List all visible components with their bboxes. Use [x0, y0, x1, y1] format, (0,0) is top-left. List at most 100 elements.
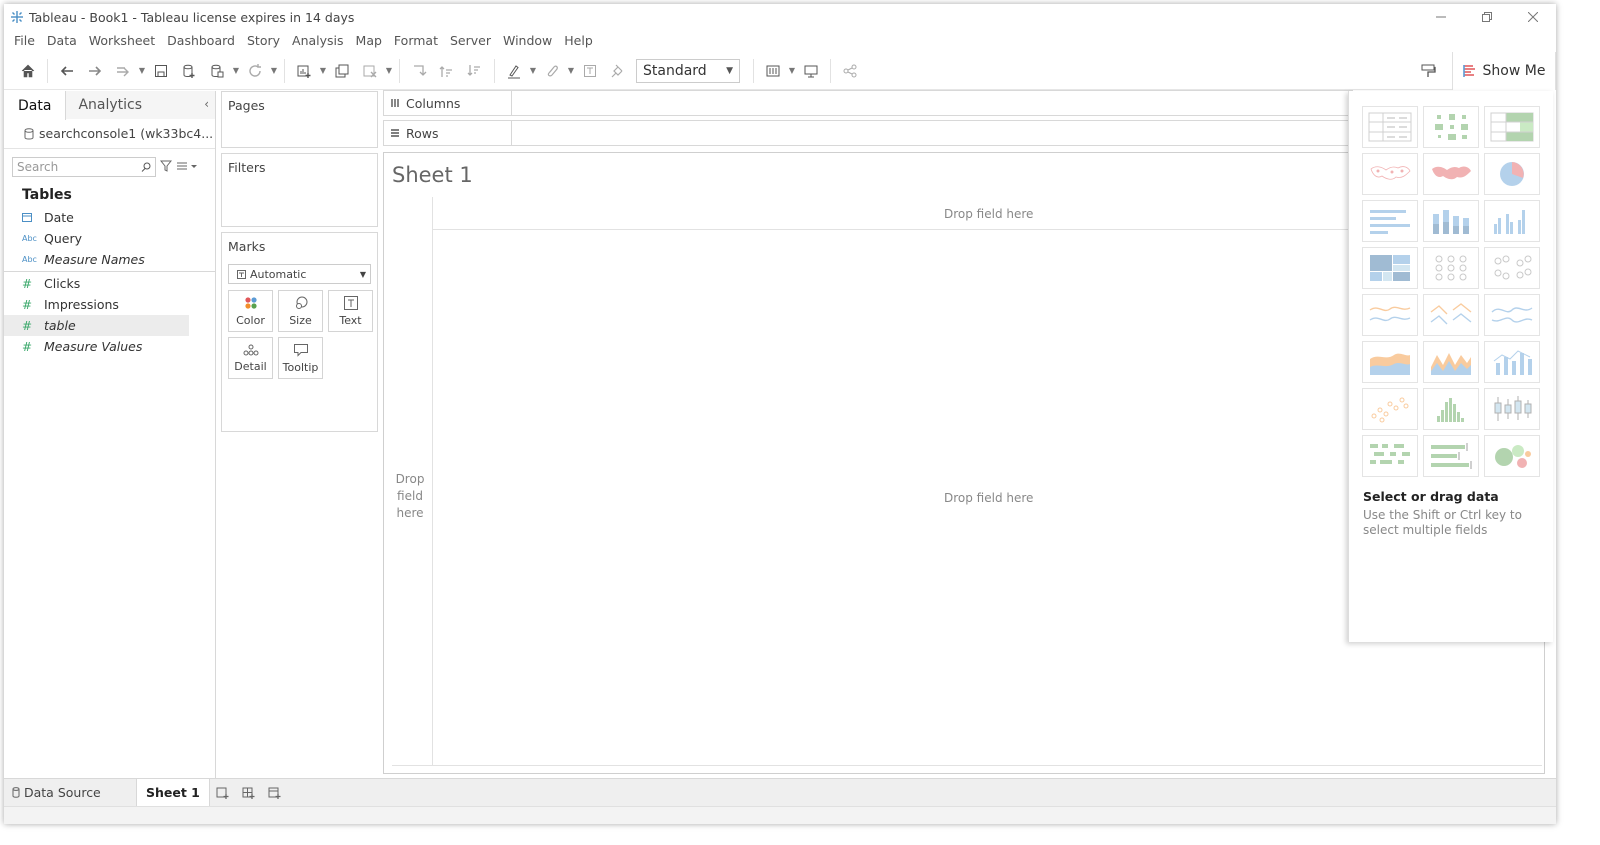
packed-bubbles-chart[interactable]	[1484, 435, 1540, 477]
sort-descending-button[interactable]	[461, 57, 489, 85]
heat-map-chart[interactable]	[1423, 106, 1479, 148]
columns-drop-zone[interactable]: Drop field here	[944, 207, 1033, 221]
tab-sheet-1[interactable]: Sheet 1	[136, 778, 210, 807]
tab-data-source[interactable]: Data Source	[4, 779, 136, 807]
clear-sheet-dropdown[interactable]: ▼	[384, 57, 394, 85]
menu-file[interactable]: File	[8, 33, 41, 48]
sheet-title[interactable]: Sheet 1	[392, 163, 473, 187]
show-me-button[interactable]: Show Me	[1452, 52, 1556, 90]
field-query[interactable]: Abc Query	[4, 228, 215, 249]
size-mark-button[interactable]: Size	[278, 290, 323, 332]
stacked-bars-chart[interactable]	[1423, 200, 1479, 242]
text-table-chart[interactable]	[1362, 106, 1418, 148]
restore-button[interactable]	[1464, 4, 1510, 30]
field-impressions[interactable]: # Impressions	[4, 294, 215, 315]
view-data-icon[interactable]	[176, 160, 198, 175]
treemap-chart[interactable]	[1362, 247, 1418, 289]
columns-shelf[interactable]: Columns	[383, 90, 1353, 116]
menu-format[interactable]: Format	[388, 33, 444, 48]
new-worksheet-tab-button[interactable]	[210, 779, 236, 807]
format-painter-button[interactable]	[1414, 57, 1442, 85]
show-mark-labels-button[interactable]	[576, 57, 604, 85]
field-measure-names[interactable]: Abc Measure Names	[4, 249, 215, 270]
field-search-input[interactable]: Search	[12, 157, 156, 177]
tooltip-mark-button[interactable]: Tooltip	[278, 337, 323, 379]
tab-data[interactable]: Data	[4, 91, 67, 120]
side-by-side-circles-chart[interactable]	[1484, 247, 1540, 289]
refresh-dropdown[interactable]: ▼	[269, 57, 279, 85]
side-by-side-bars-chart[interactable]	[1484, 200, 1540, 242]
gantt-chart[interactable]	[1362, 435, 1418, 477]
rows-drop-zone[interactable]: Drop field here	[392, 471, 428, 522]
highlight-dropdown[interactable]: ▼	[528, 57, 538, 85]
duplicate-sheet-button[interactable]	[328, 57, 356, 85]
swap-rows-columns-button[interactable]	[405, 57, 433, 85]
fix-axes-button[interactable]	[604, 57, 632, 85]
menu-help[interactable]: Help	[558, 33, 599, 48]
continuous-lines-chart[interactable]	[1362, 294, 1418, 336]
filled-map-chart[interactable]	[1423, 153, 1479, 195]
pages-card[interactable]: Pages	[221, 91, 378, 148]
new-data-source-button[interactable]	[175, 57, 203, 85]
fit-select[interactable]: Standard ▼	[636, 58, 740, 83]
tab-analytics[interactable]: Analytics	[66, 91, 215, 119]
clear-sheet-button[interactable]	[356, 57, 384, 85]
circle-views-chart[interactable]	[1423, 247, 1479, 289]
field-date[interactable]: Date	[4, 207, 215, 228]
minimize-button[interactable]	[1418, 4, 1464, 30]
continuous-area-chart[interactable]	[1362, 341, 1418, 383]
share-button[interactable]	[836, 57, 864, 85]
menu-map[interactable]: Map	[350, 33, 388, 48]
show-cards-button[interactable]	[759, 57, 787, 85]
field-measure-values[interactable]: # Measure Values	[4, 336, 215, 357]
save-button[interactable]	[147, 57, 175, 85]
histogram-chart[interactable]	[1423, 388, 1479, 430]
horizontal-bars-chart[interactable]	[1362, 200, 1418, 242]
detail-mark-button[interactable]: Detail	[228, 337, 273, 379]
menu-server[interactable]: Server	[444, 33, 497, 48]
pie-chart[interactable]	[1484, 153, 1540, 195]
collapse-pane-icon[interactable]: ‹	[204, 97, 209, 111]
menu-story[interactable]: Story	[241, 33, 286, 48]
bullet-graph-chart[interactable]	[1423, 435, 1479, 477]
text-mark-button[interactable]: Text	[328, 290, 373, 332]
highlight-button[interactable]	[500, 57, 528, 85]
menu-dashboard[interactable]: Dashboard	[161, 33, 241, 48]
box-whisker-chart[interactable]	[1484, 388, 1540, 430]
field-table[interactable]: # table	[4, 315, 189, 336]
new-dashboard-tab-button[interactable]	[236, 779, 262, 807]
filter-icon[interactable]	[159, 160, 173, 175]
new-story-tab-button[interactable]	[262, 779, 288, 807]
menu-worksheet[interactable]: Worksheet	[83, 33, 161, 48]
sort-ascending-button[interactable]	[433, 57, 461, 85]
filters-card[interactable]: Filters	[221, 153, 378, 227]
show-cards-dropdown[interactable]: ▼	[787, 57, 797, 85]
highlight-table-chart[interactable]	[1484, 106, 1540, 148]
color-mark-button[interactable]: Color	[228, 290, 273, 332]
undo-button[interactable]	[53, 57, 81, 85]
refresh-button[interactable]	[241, 57, 269, 85]
presentation-mode-button[interactable]	[797, 57, 825, 85]
group-members-button[interactable]	[538, 57, 566, 85]
redo-button[interactable]	[81, 57, 109, 85]
new-worksheet-button[interactable]	[290, 57, 318, 85]
view-drop-zone[interactable]: Drop field here	[944, 491, 1033, 505]
dual-combination-chart[interactable]	[1484, 341, 1540, 383]
close-button[interactable]	[1510, 4, 1556, 30]
menu-window[interactable]: Window	[497, 33, 558, 48]
mark-type-select[interactable]: Automatic ▼	[228, 264, 371, 284]
replay-dropdown[interactable]: ▼	[137, 57, 147, 85]
scatter-plot-chart[interactable]	[1362, 388, 1418, 430]
menu-data[interactable]: Data	[41, 33, 83, 48]
new-worksheet-dropdown[interactable]: ▼	[318, 57, 328, 85]
pause-updates-dropdown[interactable]: ▼	[231, 57, 241, 85]
field-clicks[interactable]: # Clicks	[4, 273, 215, 294]
home-button[interactable]	[14, 57, 42, 85]
replay-button[interactable]	[109, 57, 137, 85]
symbol-map-chart[interactable]	[1362, 153, 1418, 195]
group-members-dropdown[interactable]: ▼	[566, 57, 576, 85]
pause-updates-button[interactable]	[203, 57, 231, 85]
datasource-item[interactable]: searchconsole1 (wk33bc4...	[4, 119, 215, 149]
menu-analysis[interactable]: Analysis	[286, 33, 350, 48]
discrete-lines-chart[interactable]	[1423, 294, 1479, 336]
